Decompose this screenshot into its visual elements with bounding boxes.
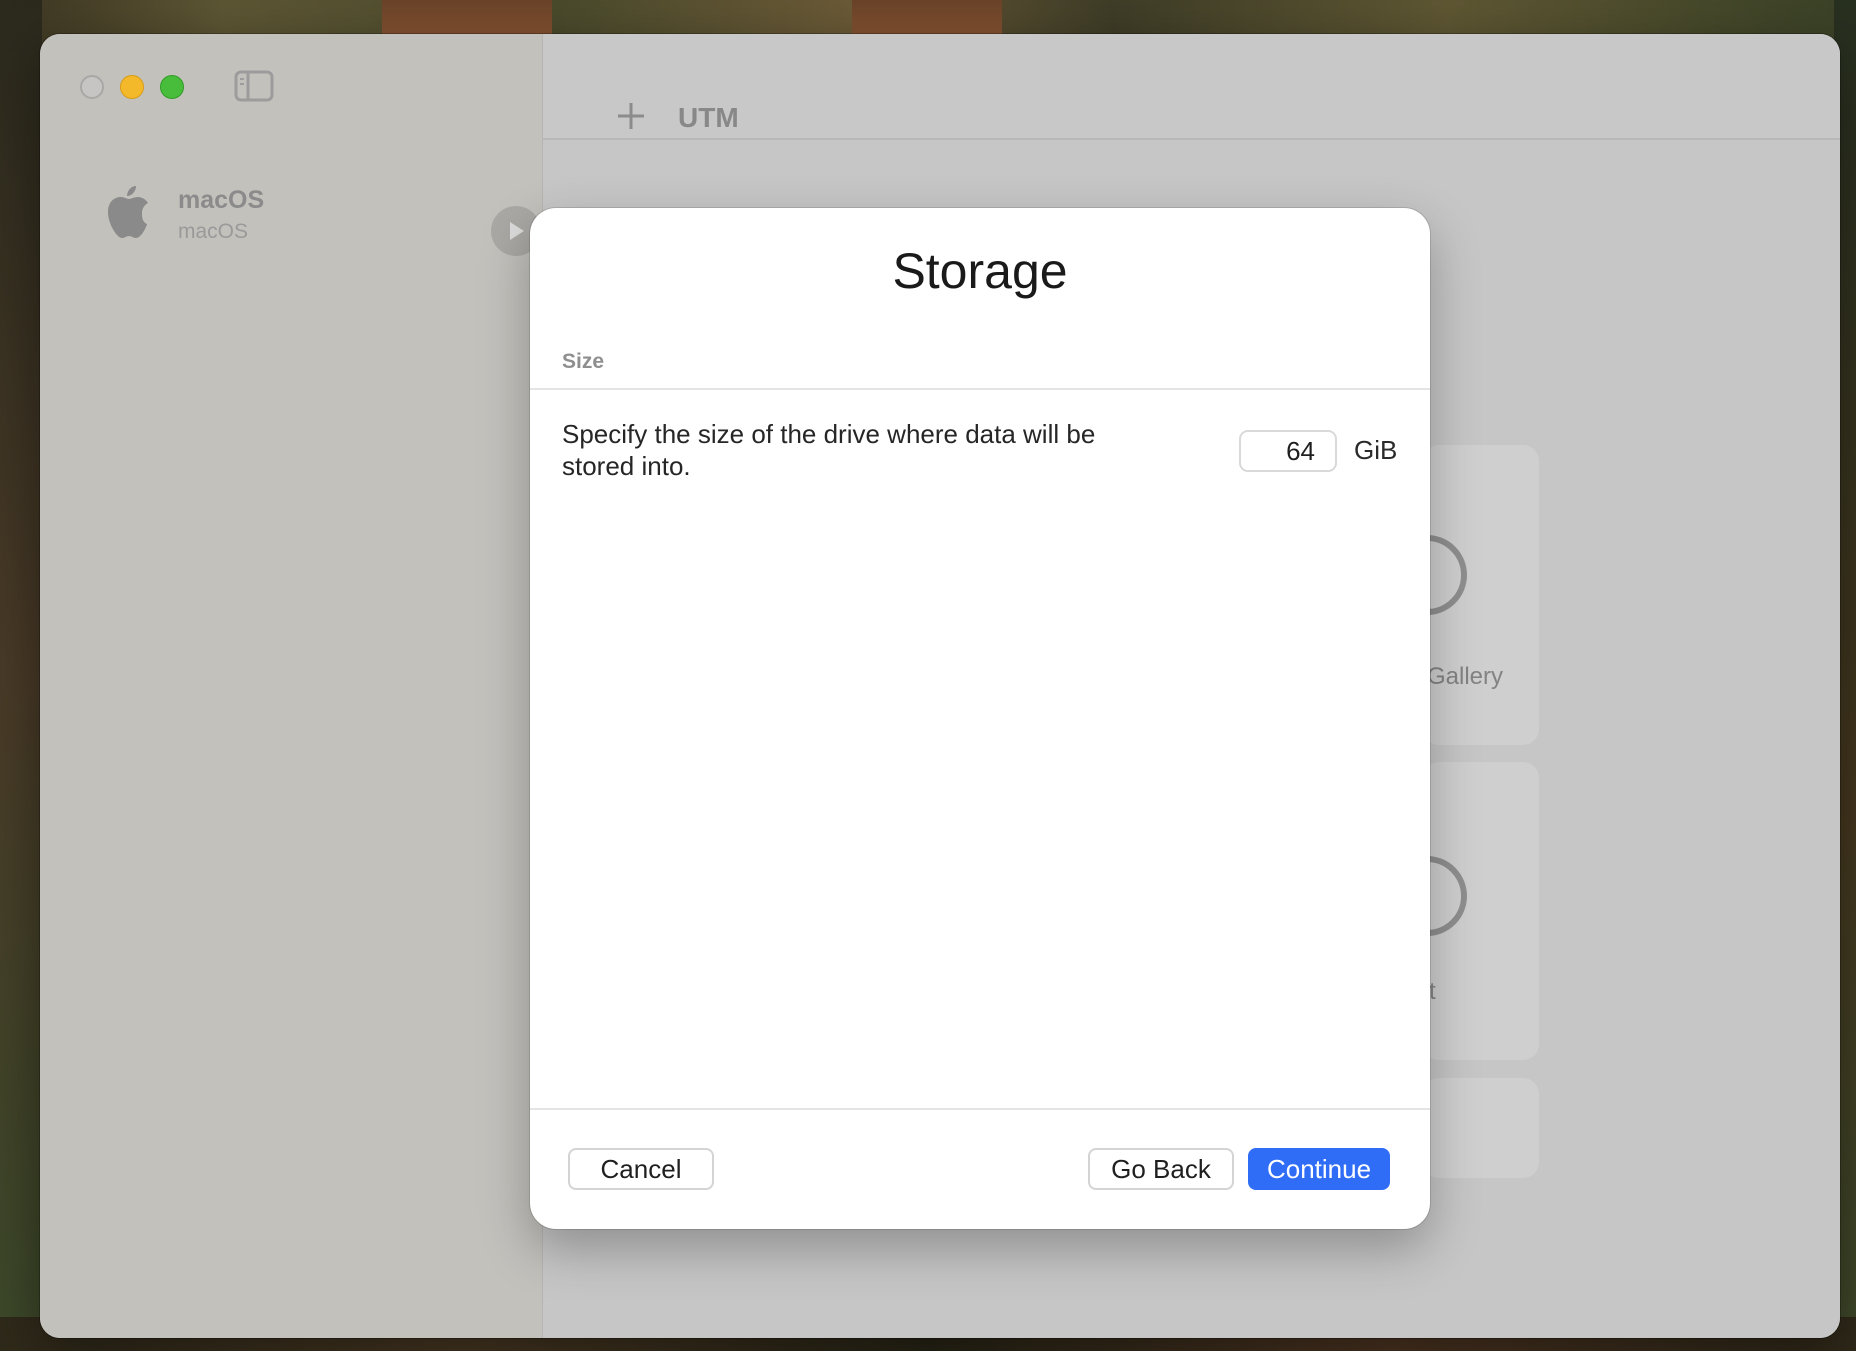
maximize-window-button[interactable] [160, 75, 184, 99]
app-title: UTM [678, 102, 739, 133]
gallery-card-label: Gallery [1427, 663, 1504, 690]
minimize-window-button[interactable] [120, 75, 144, 99]
go-back-button[interactable]: Go Back [1088, 1148, 1234, 1190]
desktop-wallpaper-left [0, 0, 42, 1351]
add-vm-icon[interactable] [615, 100, 647, 132]
dialog-title: Storage [892, 243, 1068, 299]
sidebar: macOS macOS [40, 34, 543, 1338]
close-window-button[interactable] [80, 75, 104, 99]
utm-window: macOS macOS UTM Gallery t Storage Size S… [40, 34, 1840, 1338]
apple-logo-icon [108, 186, 148, 238]
play-icon [510, 222, 524, 240]
vm-os-label: macOS [178, 220, 249, 243]
sidebar-toggle-icon[interactable] [234, 70, 274, 102]
vm-name: macOS [178, 186, 265, 214]
bottom-card[interactable] [1423, 1078, 1539, 1178]
secondary-card-label: t [1429, 978, 1436, 1005]
size-description: Specify the size of the drive where data… [562, 419, 1096, 481]
divider [530, 1108, 1430, 1110]
section-label-size: Size [562, 350, 605, 373]
storage-dialog: Storage Size Specify the size of the dri… [530, 208, 1430, 1229]
secondary-card[interactable]: t [1423, 762, 1539, 1060]
cancel-button[interactable]: Cancel [568, 1148, 714, 1190]
continue-button[interactable]: Continue [1248, 1148, 1390, 1190]
divider [530, 388, 1430, 390]
storage-size-input[interactable] [1239, 430, 1337, 472]
vm-list-item[interactable]: macOS macOS [70, 164, 530, 244]
browse-gallery-card[interactable]: Gallery [1423, 445, 1539, 745]
size-unit-label: GiB [1354, 435, 1398, 465]
